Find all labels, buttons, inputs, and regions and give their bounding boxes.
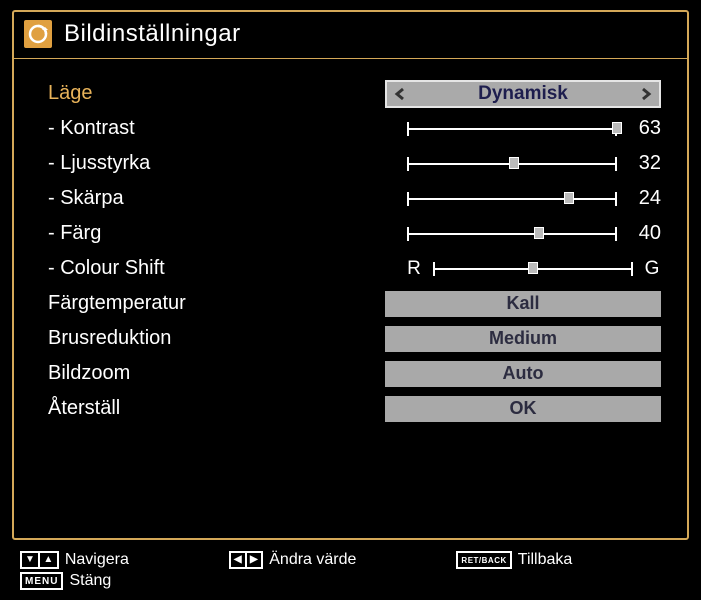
- mode-value: Dynamisk: [413, 83, 633, 105]
- panel-title: Bildinställningar: [64, 20, 241, 48]
- label-colour: - Färg: [48, 222, 348, 245]
- colour-temp-value[interactable]: Kall: [385, 291, 661, 317]
- retback-key-icon: RET/BACK: [456, 551, 511, 569]
- up-key-icon: ▲: [39, 551, 58, 569]
- row-sharpness[interactable]: - Skärpa 24: [48, 182, 661, 215]
- picture-settings-icon: [24, 20, 52, 48]
- right-key-icon: ▶: [246, 551, 263, 569]
- colour-shift-slider[interactable]: [433, 260, 633, 278]
- label-sharpness: - Skärpa: [48, 187, 348, 210]
- settings-list: Läge Dynamisk - Kontrast: [14, 59, 687, 437]
- contrast-slider[interactable]: [407, 120, 617, 138]
- hint-navigate-label: Navigera: [65, 551, 129, 569]
- hint-back: RET/BACK Tillbaka: [456, 551, 572, 569]
- brightness-value: 32: [627, 152, 661, 175]
- row-brightness[interactable]: - Ljusstyrka 32: [48, 147, 661, 180]
- titlebar: Bildinställningar: [14, 12, 687, 59]
- row-noise-reduction[interactable]: Brusreduktion Medium: [48, 322, 661, 355]
- hint-navigate: ▼ ▲ Navigera: [20, 551, 129, 569]
- row-mode[interactable]: Läge Dynamisk: [48, 77, 661, 110]
- hint-change-label: Ändra värde: [269, 551, 356, 569]
- row-picture-zoom[interactable]: Bildzoom Auto: [48, 357, 661, 390]
- picture-zoom-value[interactable]: Auto: [385, 361, 661, 387]
- sharpness-slider[interactable]: [407, 190, 617, 208]
- mode-selector[interactable]: Dynamisk: [385, 80, 661, 108]
- row-reset[interactable]: Återställ OK: [48, 392, 661, 425]
- menu-key-icon: MENU: [20, 572, 63, 590]
- hint-back-label: Tillbaka: [518, 551, 573, 569]
- row-colour[interactable]: - Färg 40: [48, 217, 661, 250]
- chevron-right-icon[interactable]: [633, 82, 659, 106]
- label-brightness: - Ljusstyrka: [48, 152, 348, 175]
- label-picture-zoom: Bildzoom: [48, 362, 348, 385]
- brightness-slider[interactable]: [407, 155, 617, 173]
- sharpness-value: 24: [627, 187, 661, 210]
- colour-value: 40: [627, 222, 661, 245]
- footer-hints: ▼ ▲ Navigera ◀ ▶ Ändra värde RET/BACK Ti…: [20, 551, 680, 590]
- hint-close-label: Stäng: [69, 572, 111, 590]
- down-key-icon: ▼: [20, 551, 39, 569]
- settings-panel: Bildinställningar Läge Dynamisk - Kontra…: [12, 10, 689, 540]
- label-reset: Återställ: [48, 397, 348, 420]
- hint-change-value: ◀ ▶ Ändra värde: [229, 551, 357, 569]
- colour-slider[interactable]: [407, 225, 617, 243]
- contrast-value: 63: [627, 117, 661, 140]
- left-key-icon: ◀: [229, 551, 246, 569]
- label-colour-shift: - Colour Shift: [48, 257, 348, 280]
- label-contrast: - Kontrast: [48, 117, 348, 140]
- chevron-left-icon[interactable]: [387, 82, 413, 106]
- label-mode: Läge: [48, 82, 348, 105]
- row-colour-shift[interactable]: - Colour Shift R G: [48, 252, 661, 285]
- hint-close: MENU Stäng: [20, 572, 111, 590]
- label-colour-temp: Färgtemperatur: [48, 292, 348, 315]
- noise-reduction-value[interactable]: Medium: [385, 326, 661, 352]
- colour-shift-prefix: R: [405, 258, 423, 280]
- colour-shift-suffix: G: [643, 258, 661, 280]
- reset-button[interactable]: OK: [385, 396, 661, 422]
- row-contrast[interactable]: - Kontrast 63: [48, 112, 661, 145]
- row-colour-temp[interactable]: Färgtemperatur Kall: [48, 287, 661, 320]
- label-noise-reduction: Brusreduktion: [48, 327, 348, 350]
